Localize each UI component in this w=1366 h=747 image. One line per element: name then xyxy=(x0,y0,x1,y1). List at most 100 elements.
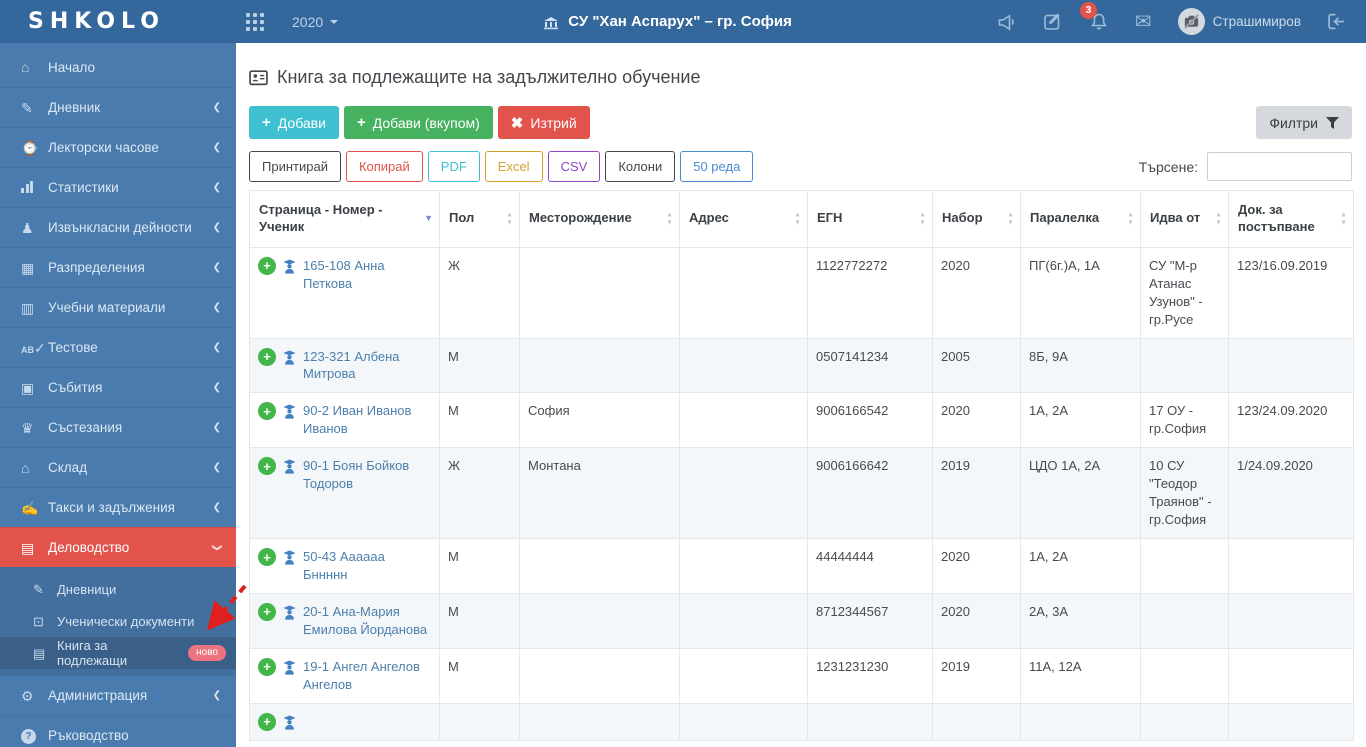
student-icon xyxy=(282,404,297,419)
new-badge: ново xyxy=(188,645,226,661)
address-cell xyxy=(679,246,808,339)
excel-button[interactable]: Excel xyxy=(484,151,543,182)
enrollment-year-cell: 2020 xyxy=(932,592,1021,649)
messages-envelope-icon[interactable]: ✉ xyxy=(1135,12,1152,32)
compose-edit-icon[interactable] xyxy=(1043,12,1063,31)
student-link[interactable]: 90-2 Иван Иванов Иванов xyxy=(303,402,431,438)
header-gender[interactable]: Пол ▲ ▼ xyxy=(439,190,520,248)
header-class[interactable]: Паралелка ▲ ▼ xyxy=(1020,190,1141,248)
gender-cell xyxy=(439,702,520,741)
submenu-item-kniga-za-podlezhashti[interactable]: ▤ Книга за подлежащи ново xyxy=(0,637,236,669)
student-link[interactable]: 165-108 Анна Петкова xyxy=(303,257,431,293)
entry-document-cell xyxy=(1228,538,1354,594)
enrollment-year-cell xyxy=(932,702,1021,741)
sidebar-item-uchebni-materiali[interactable]: ▥ Учебни материали ❮ xyxy=(0,287,236,327)
table-row: + 90-1 Боян Бойков Тодоров Ж Монтана 900… xyxy=(249,447,1354,540)
rows-per-page-button[interactable]: 50 реда xyxy=(680,151,754,182)
header-entry-document[interactable]: Док. за постъпване ▲ ▼ xyxy=(1228,190,1354,248)
sidebar-item-delovodstvo[interactable]: ▤ Деловодство ❮ xyxy=(0,527,236,567)
student-icon xyxy=(282,350,297,365)
sidebar-item-lektorski-chasove[interactable]: ⌚ Лекторски часове ❮ xyxy=(0,127,236,167)
sidebar-item-dnevnik[interactable]: ✎ Дневник ❮ xyxy=(0,87,236,127)
user-menu[interactable]: Страшимиров xyxy=(1177,8,1301,35)
sort-icons: ▲ ▼ xyxy=(919,211,926,226)
filters-button[interactable]: Филтри xyxy=(1256,106,1352,139)
chevron-left-icon: ❮ xyxy=(212,262,221,273)
calendar-icon: ▣ xyxy=(21,379,35,396)
logout-icon[interactable] xyxy=(1327,13,1346,30)
expand-row-plus-icon[interactable]: + xyxy=(258,347,276,366)
address-cell xyxy=(679,538,808,594)
student-link[interactable]: 19-1 Ангел Ангелов Ангелов xyxy=(303,658,431,694)
copy-button[interactable]: Копирай xyxy=(345,151,423,182)
csv-button[interactable]: CSV xyxy=(547,151,601,182)
school-name-heading: СУ "Хан Аспарух" – гр. София xyxy=(338,13,996,30)
sort-icons: ▲ ▼ xyxy=(794,211,801,226)
egn-cell: 0507141234 xyxy=(807,337,933,394)
apps-grid-icon[interactable] xyxy=(246,12,264,31)
sidebar-item-testove[interactable]: AB✓ Тестове ❮ xyxy=(0,327,236,367)
delete-button[interactable]: ✖ Изтрий xyxy=(497,106,590,139)
sidebar-item-razpredeleniya[interactable]: ▦ Разпределения ❮ xyxy=(0,247,236,287)
sidebar-item-izvanklasni-deynosti[interactable]: ♟ Извънкласни дейности ❮ xyxy=(0,207,236,247)
comes-from-cell xyxy=(1140,337,1229,394)
sidebar-item-taksi-i-zadalzheniya[interactable]: ✍ Такси и задължения ❮ xyxy=(0,487,236,527)
expand-row-plus-icon[interactable]: + xyxy=(258,457,276,476)
student-link[interactable]: 50-43 Аааааа Бннннн xyxy=(303,548,431,584)
comes-from-cell xyxy=(1140,702,1229,741)
expand-row-plus-icon[interactable]: + xyxy=(258,602,276,621)
birthplace-cell xyxy=(519,246,680,339)
class-cell: 2А, 3А xyxy=(1020,592,1141,649)
header-birthplace[interactable]: Месторождение ▲ ▼ xyxy=(519,190,680,248)
announcements-megaphone-icon[interactable] xyxy=(996,13,1017,31)
student-link[interactable]: 90-1 Боян Бойков Тодоров xyxy=(303,457,431,493)
add-button[interactable]: + Добави xyxy=(249,106,339,139)
sidebar-item-statistiki[interactable]: Статистики ❮ xyxy=(0,167,236,207)
expand-row-plus-icon[interactable]: + xyxy=(258,657,276,676)
class-cell: ПГ(6г.)А, 1А xyxy=(1020,246,1141,339)
header-address[interactable]: Адрес ▲ ▼ xyxy=(679,190,808,248)
print-button[interactable]: Принтирай xyxy=(249,151,341,182)
sidebar-item-home[interactable]: ⌂ Начало xyxy=(0,47,236,87)
class-cell: ЦДО 1А, 2А xyxy=(1020,447,1141,540)
birthplace-cell: Монтана xyxy=(519,447,680,540)
search-input[interactable] xyxy=(1207,152,1352,181)
sidebar-item-administratsiya[interactable]: ⚙ Администрация ❮ xyxy=(0,675,236,715)
student-link[interactable]: 20-1 Ана-Мария Емилова Йорданова xyxy=(303,603,431,639)
birthplace-cell xyxy=(519,702,680,741)
sidebar-item-sabitiya[interactable]: ▣ Събития ❮ xyxy=(0,367,236,407)
gender-cell: М xyxy=(439,392,520,449)
expand-row-plus-icon[interactable]: + xyxy=(258,256,276,275)
student-link[interactable]: 123-321 Албена Митрова xyxy=(303,348,431,384)
student-cell: + 20-1 Ана-Мария Емилова Йорданова xyxy=(249,592,440,649)
search-label: Търсене: xyxy=(1138,158,1198,175)
topbar: SHKOLO 2020 СУ "Хан Аспарух" – гр. София… xyxy=(0,0,1366,43)
expand-row-plus-icon[interactable]: + xyxy=(258,712,276,731)
sidebar-item-rakovodstvo[interactable]: ? Ръководство xyxy=(0,715,236,747)
chevron-left-icon: ❮ xyxy=(212,382,221,393)
address-cell xyxy=(679,592,808,649)
search-box: Търсене: xyxy=(1139,152,1352,181)
plus-icon: + xyxy=(356,114,366,131)
sidebar-item-sastezaniya[interactable]: ♛ Състезания ❮ xyxy=(0,407,236,447)
expand-row-plus-icon[interactable]: + xyxy=(258,548,276,567)
action-buttons: + Добави + Добави (вкупом) ✖ Изтрий Филт… xyxy=(249,106,1352,139)
header-enrollment-year[interactable]: Набор ▲ ▼ xyxy=(932,190,1021,248)
header-comes-from[interactable]: Идва от ▲ ▼ xyxy=(1140,190,1229,248)
entry-document-cell xyxy=(1228,702,1354,741)
expand-row-plus-icon[interactable]: + xyxy=(258,402,276,421)
sidebar-item-sklad[interactable]: ⌂ Склад ❮ xyxy=(0,447,236,487)
notifications-bell-icon[interactable]: 3 xyxy=(1079,1,1109,32)
gender-cell: Ж xyxy=(439,246,520,339)
submenu-item-uchenicheski-dokumenti[interactable]: ⊡ Ученически документи xyxy=(0,605,236,637)
add-bulk-button[interactable]: + Добави (вкупом) xyxy=(343,106,493,139)
birthplace-cell xyxy=(519,647,680,704)
header-page-number-student[interactable]: Страница - Номер - Ученик ▼ xyxy=(249,190,440,248)
columns-button[interactable]: Колони xyxy=(605,151,676,182)
submenu-item-dnevnitsi[interactable]: ✎ Дневници xyxy=(0,573,236,605)
header-egn[interactable]: ЕГН ▲ ▼ xyxy=(807,190,933,248)
pdf-button[interactable]: PDF xyxy=(427,151,480,182)
briefcase-clock-icon: ⌚ xyxy=(21,139,39,156)
school-year-selector[interactable]: 2020 xyxy=(292,14,339,30)
shkolo-logo[interactable]: SHKOLO xyxy=(0,9,236,34)
